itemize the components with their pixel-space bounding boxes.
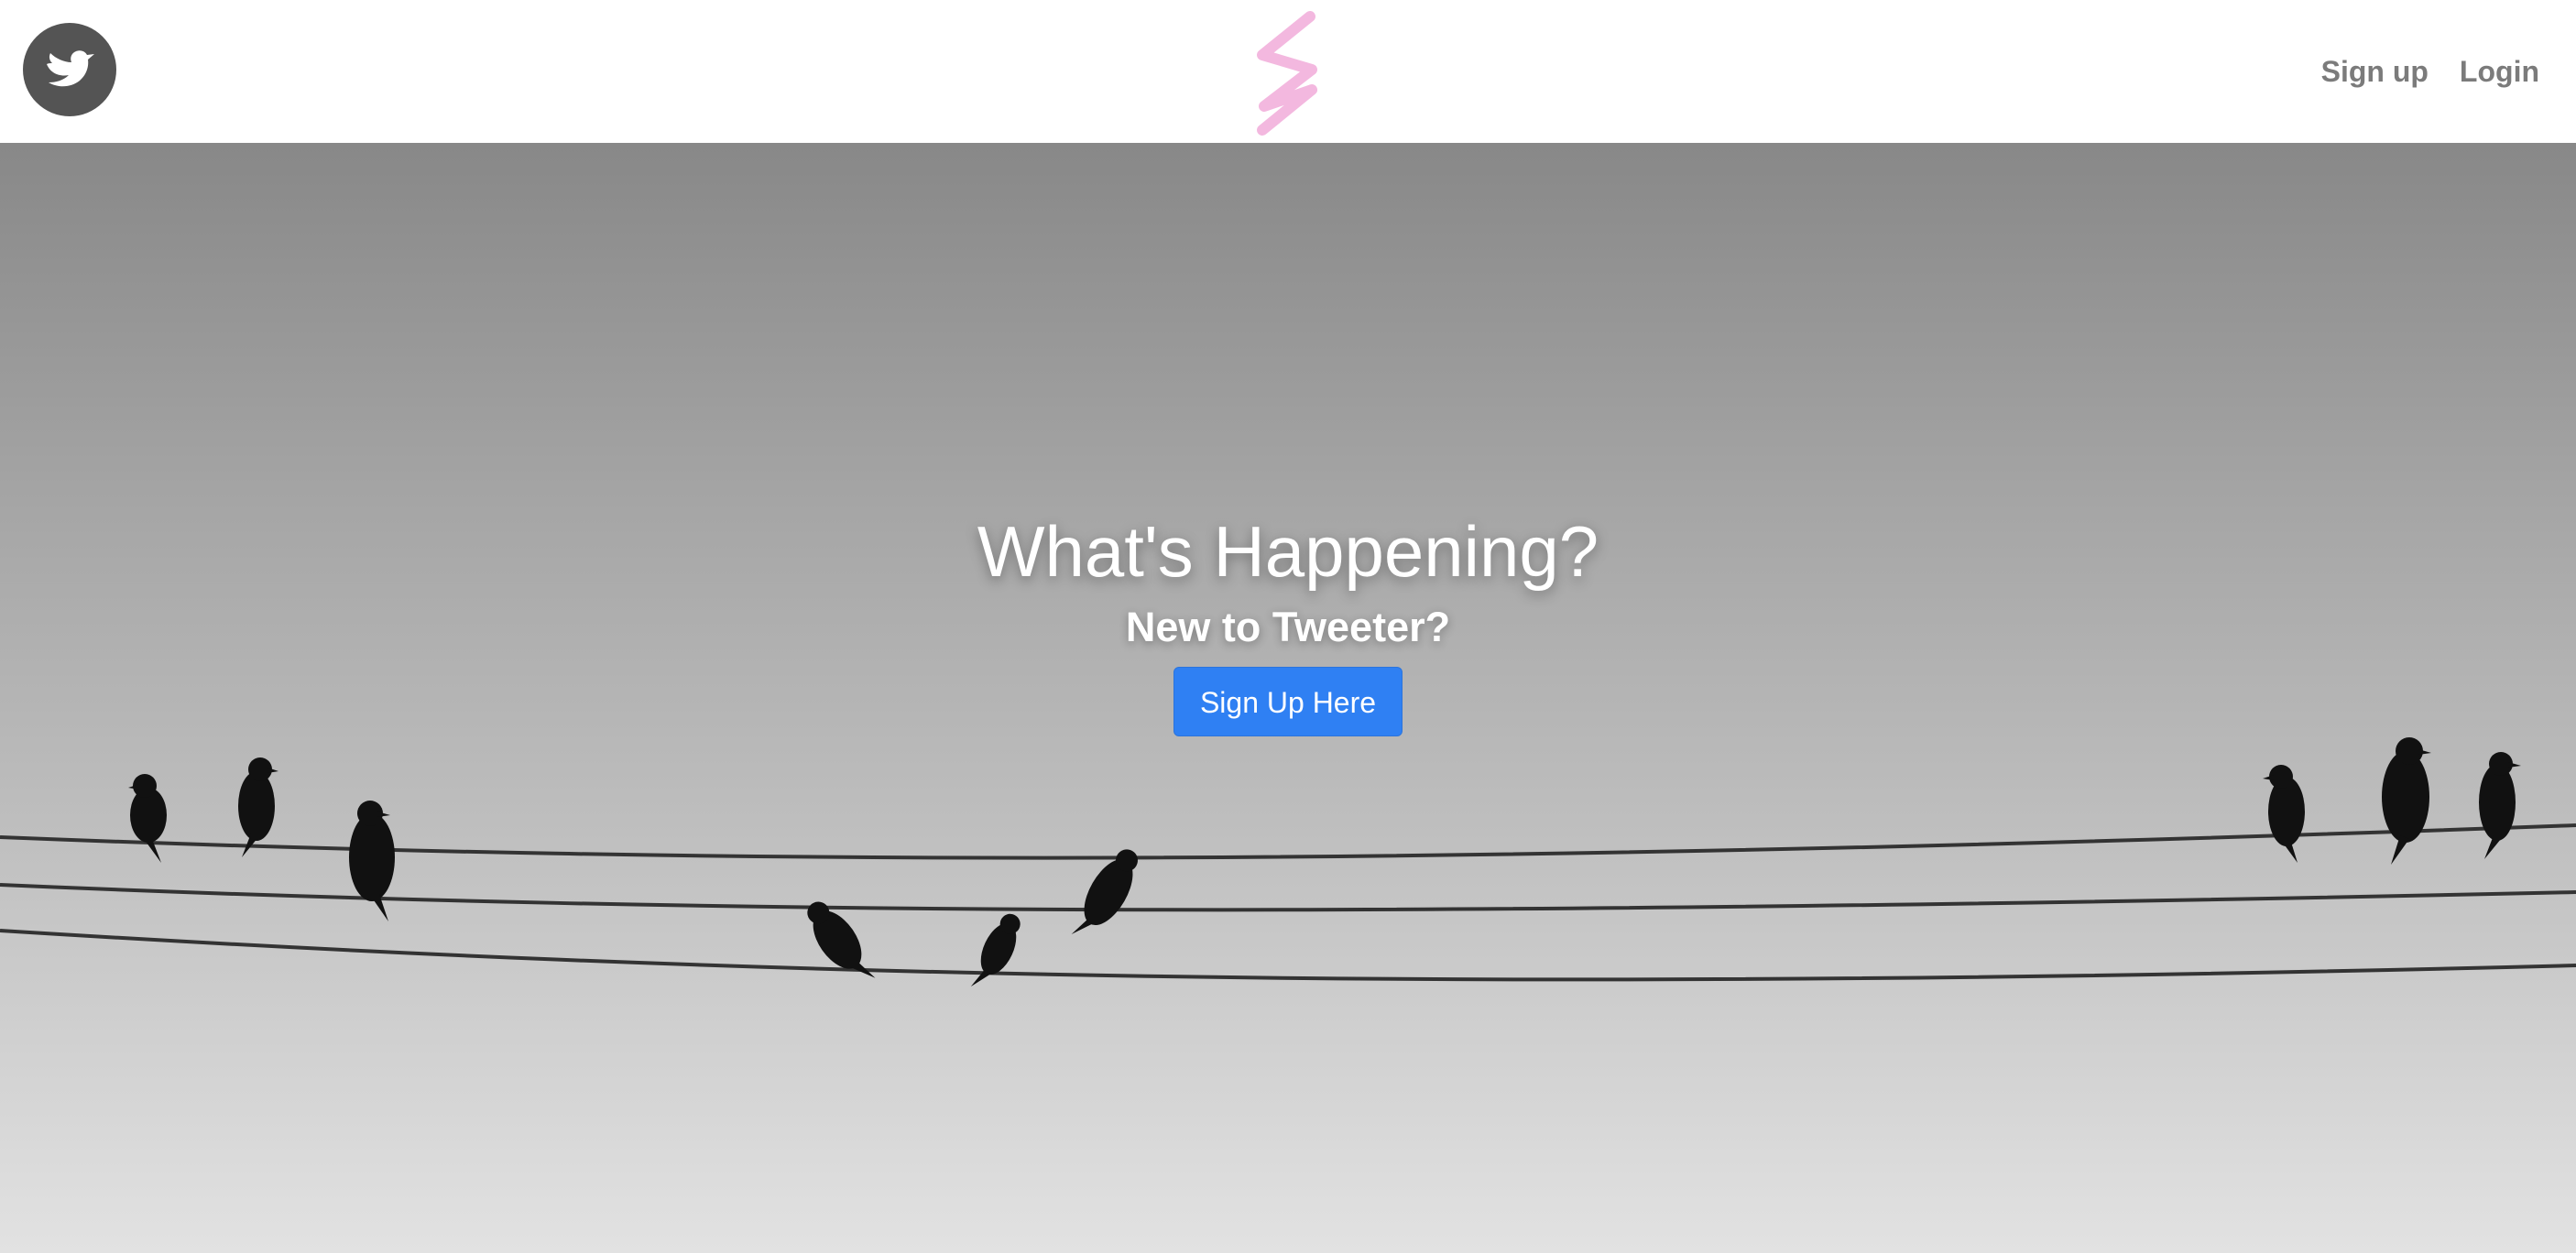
signup-cta-button[interactable]: Sign Up Here [1173,666,1403,736]
hero-headline: What's Happening? [977,511,1599,592]
navbar: Sign up Login [0,0,2576,143]
signup-link[interactable]: Sign up [2321,55,2429,89]
hero-content: What's Happening? New to Tweeter? Sign U… [0,509,2576,736]
bird-icon [47,50,94,87]
nav-links: Sign up Login [2321,0,2539,143]
hero-subheading: New to Tweeter? [1125,603,1451,650]
hero-section: What's Happening? New to Tweeter? Sign U… [0,143,2576,1253]
brand-logo[interactable] [23,23,116,116]
login-link[interactable]: Login [2460,55,2539,89]
zigzag-logo-icon[interactable] [1255,7,1321,137]
